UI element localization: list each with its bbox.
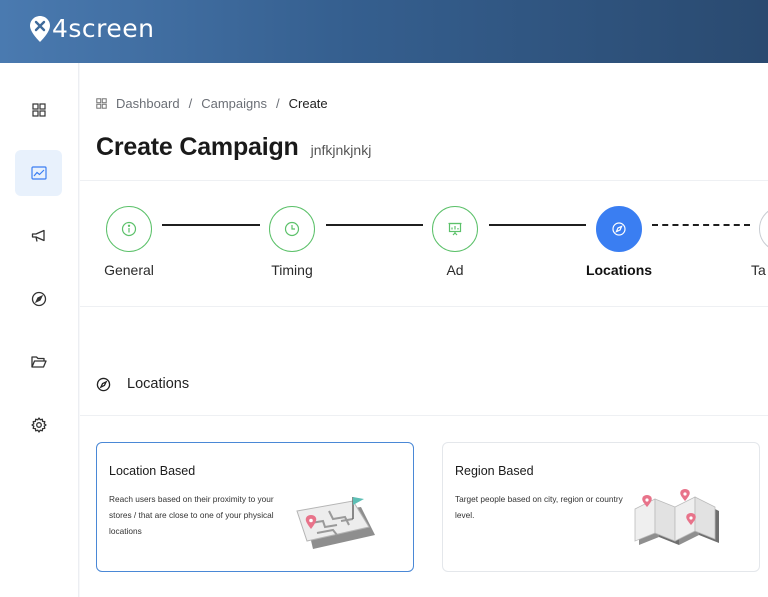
- card-description: Target people based on city, region or c…: [455, 494, 623, 520]
- breadcrumb-campaigns[interactable]: Campaigns: [201, 96, 267, 111]
- logo-text: 4screen: [52, 14, 155, 43]
- megaphone-icon: [31, 229, 45, 242]
- grid-icon: [31, 103, 46, 117]
- divider: [80, 180, 768, 181]
- maze-map-illustration-icon: [296, 497, 375, 549]
- sidebar: [0, 63, 79, 597]
- step-connector-pending: [652, 224, 750, 226]
- compass-icon: [96, 377, 111, 391]
- breadcrumb-separator: /: [188, 96, 193, 111]
- campaign-name: jnfkjnkjnkj: [310, 142, 372, 158]
- step-locations[interactable]: [596, 206, 642, 252]
- page-title: Create Campaign: [96, 133, 299, 161]
- step-connector: [162, 224, 260, 226]
- location-based-card[interactable]: Location Based Reach users based on thei…: [96, 442, 414, 572]
- title-row: Create Campaign jnfkjnkjnkj: [96, 133, 371, 162]
- step-label-general: General: [104, 262, 154, 278]
- folded-map-illustration-icon: [634, 489, 719, 545]
- sidebar-item-files[interactable]: [15, 339, 62, 385]
- divider: [80, 306, 768, 307]
- location-pin-logo-icon: [30, 15, 50, 42]
- divider: [80, 415, 768, 416]
- card-title: Location Based: [109, 464, 196, 478]
- folder-icon: [30, 356, 47, 368]
- app-logo[interactable]: 4screen: [30, 14, 155, 43]
- breadcrumb: Dashboard / Campaigns / Create: [96, 96, 328, 111]
- grid-icon: [96, 98, 107, 109]
- gear-icon: [30, 417, 47, 433]
- step-ad[interactable]: [432, 206, 478, 252]
- sidebar-item-explore[interactable]: [15, 276, 62, 322]
- breadcrumb-separator: /: [276, 96, 280, 111]
- step-connector: [489, 224, 586, 226]
- presentation-icon: [448, 222, 462, 236]
- step-label-ad: Ad: [446, 262, 464, 278]
- step-timing[interactable]: [269, 206, 315, 252]
- breadcrumb-create: Create: [288, 96, 328, 111]
- step-label-targeting: Ta: [751, 262, 766, 278]
- compass-icon: [612, 222, 626, 236]
- step-connector: [326, 224, 423, 226]
- section-header: Locations: [96, 376, 189, 392]
- compass-icon: [31, 291, 46, 307]
- step-general[interactable]: [106, 206, 152, 252]
- chart-icon: [30, 166, 47, 180]
- sidebar-item-settings[interactable]: [15, 402, 62, 448]
- card-title: Region Based: [455, 464, 534, 478]
- step-label-locations: Locations: [585, 262, 653, 278]
- sidebar-item-dashboard[interactable]: [15, 87, 62, 133]
- breadcrumb-dashboard[interactable]: Dashboard: [116, 96, 180, 111]
- section-title: Locations: [127, 376, 190, 392]
- region-based-card[interactable]: Region Based Target people based on city…: [442, 442, 760, 572]
- sidebar-item-campaigns[interactable]: [15, 150, 62, 196]
- top-bar: 4screen: [0, 0, 768, 63]
- main-content: Dashboard / Campaigns / Create Create Ca…: [80, 63, 768, 597]
- sidebar-item-announcements[interactable]: [15, 213, 62, 259]
- step-label-timing: Timing: [271, 262, 313, 278]
- info-icon: [121, 221, 137, 237]
- step-targeting[interactable]: [759, 206, 768, 252]
- clock-icon: [284, 221, 300, 237]
- card-description: Reach users based on their proximity to …: [109, 494, 274, 536]
